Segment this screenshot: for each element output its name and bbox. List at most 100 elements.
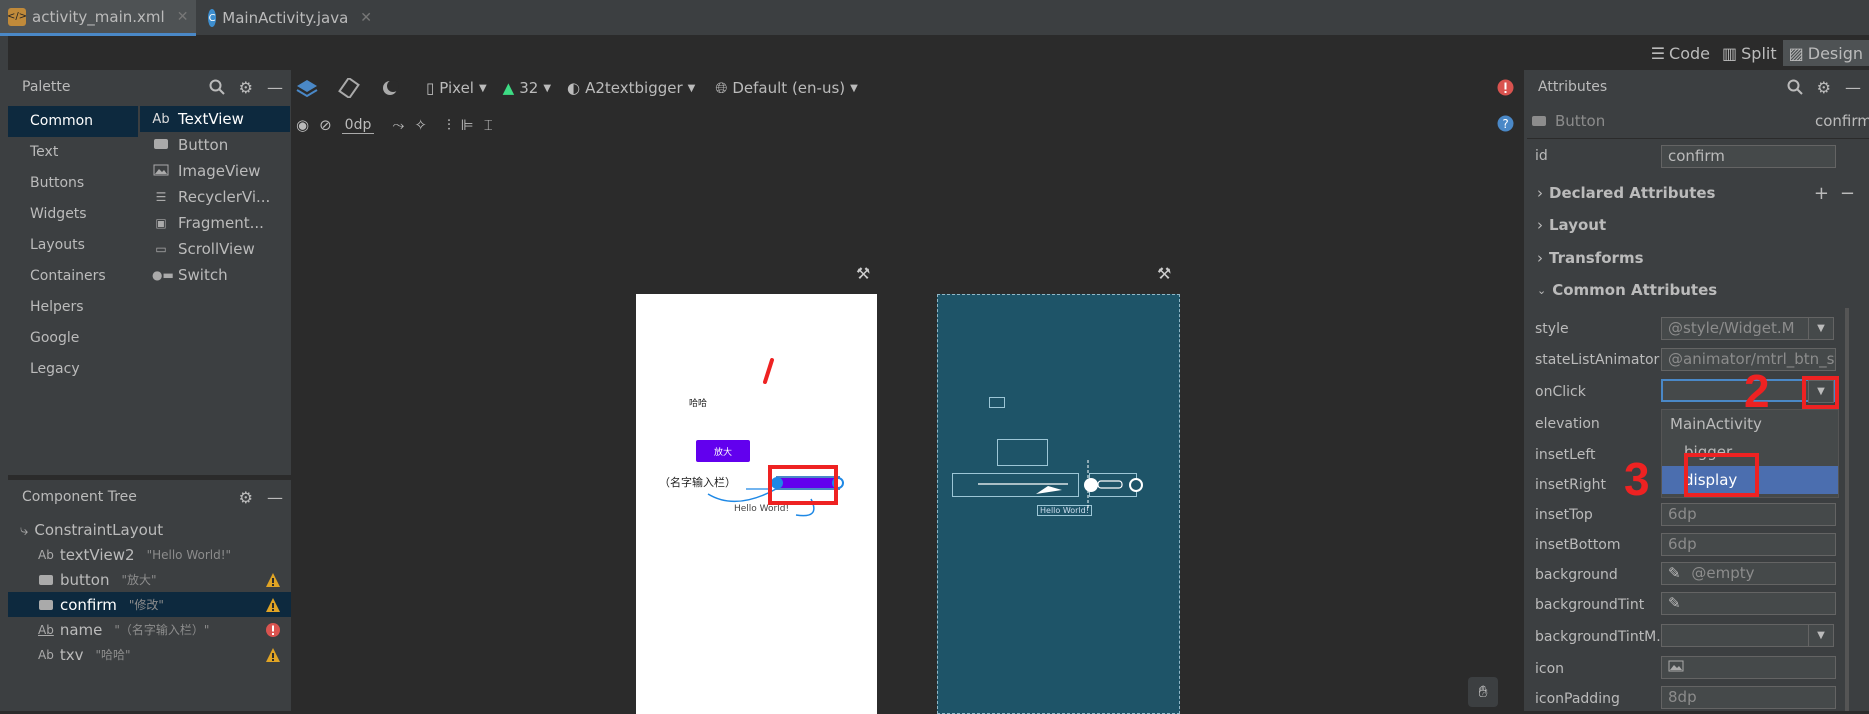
theme-selector[interactable]: ◐ A2textbigger ▼ [567,79,695,97]
section-declared-attributes[interactable]: › Declared Attributes + − [1527,178,1869,208]
minimize-icon[interactable]: — [267,488,283,507]
tree-row-name[interactable]: Ab name "（名字输入栏）" [8,617,291,642]
chevron-down-icon: ▼ [1817,323,1825,334]
tab-label: MainActivity.java [222,9,349,27]
image-icon[interactable] [1668,660,1684,672]
txv-blueprint[interactable] [989,397,1005,408]
section-layout[interactable]: › Layout [1527,210,1869,240]
split-mode-button[interactable]: ▥ Split [1716,40,1783,66]
section-common-attributes[interactable]: ⌄ Common Attributes [1527,275,1869,305]
component-tree-header: Component Tree ⚙ — [8,480,291,514]
xml-file-icon: </> [7,7,27,26]
eye-icon[interactable]: ◉ [296,116,309,134]
gear-icon[interactable]: ⚙ [1817,78,1831,97]
palette-item-imageview[interactable]: ImageView [140,158,290,184]
widget-id-label: confirm [1815,112,1869,130]
palette-category[interactable]: Legacy [8,354,138,385]
chevron-right-icon: › [1537,184,1543,202]
palette-item-fragment[interactable]: ▣ Fragment... [140,210,290,236]
tree-row-textview2[interactable]: Ab textView2 "Hello World!" [8,542,291,567]
clear-constraints-icon[interactable]: ⤳ [392,116,404,134]
palette-item-textview[interactable]: Ab TextView [140,106,290,132]
warning-icon[interactable] [265,647,281,663]
backgroundtint-field[interactable]: ✎ [1661,592,1836,615]
palette-category[interactable]: Helpers [8,292,138,323]
tree-row-txv[interactable]: Ab txv "哈哈" [8,642,291,667]
tab-mainactivity-java[interactable]: C MainActivity.java ✕ [200,0,380,36]
iconpadding-field[interactable]: 8dp [1661,686,1836,709]
close-icon[interactable]: ✕ [360,10,372,26]
default-margin-field[interactable]: 0dp [341,117,375,134]
layers-icon[interactable] [296,78,318,98]
error-icon[interactable] [1497,79,1514,96]
button-preview[interactable]: 放大 [696,440,750,462]
gear-icon[interactable]: ⚙ [239,78,253,97]
design-preview-screen[interactable]: 哈哈 放大 （名字输入栏） Hello World! [636,294,877,714]
palette-category[interactable]: Layouts [8,230,138,261]
palette-category[interactable]: Widgets [8,199,138,230]
add-icon[interactable]: + [1814,183,1829,204]
blueprint-screen[interactable]: Hello World! [937,294,1180,714]
palette-item-switch[interactable]: ●▬ Switch [140,262,290,288]
wrench-icon[interactable]: ⚒ [1157,264,1171,283]
tree-row-confirm[interactable]: confirm "修改" [8,592,291,617]
style-field[interactable]: @style/Widget.M [1661,317,1809,340]
attributes-scrollbar[interactable] [1845,308,1849,711]
txv-preview[interactable]: 哈哈 [689,396,707,409]
tree-row-button[interactable]: button "放大" [8,567,291,592]
design-canvas[interactable]: ⚒ ⚒ 哈哈 放大 （名字输入栏） Hello World! Hello Wor… [291,144,1519,714]
palette-category[interactable]: Text [8,137,138,168]
minimize-icon[interactable]: — [1845,78,1861,97]
magnet-off-icon[interactable]: ⊘ [319,116,332,134]
warning-icon[interactable] [265,597,281,613]
palette-category[interactable]: Google [8,323,138,354]
palette-item-recyclerview[interactable]: ☰ RecyclerVi... [140,184,290,210]
night-mode-icon[interactable] [380,78,402,98]
align-icon[interactable]: ⊫ [461,116,474,134]
icon-field[interactable] [1661,656,1836,679]
backgroundtintmode-dropdown-button[interactable]: ▼ [1808,624,1834,647]
wrench-icon[interactable]: ⚒ [856,264,870,283]
backgroundtintmode-field[interactable] [1661,624,1809,647]
insetbottom-label: insetBottom [1535,537,1621,553]
insettop-field[interactable]: 6dp [1661,503,1836,526]
orientation-icon[interactable] [338,78,360,98]
locale-selector[interactable]: 🌐︎ Default (en-us) ▼ [715,79,857,97]
palette-category[interactable]: Common [8,106,138,137]
palette-item-button[interactable]: Button [140,132,290,158]
gear-icon[interactable]: ⚙ [239,488,253,507]
search-icon[interactable] [1787,79,1803,95]
device-selector[interactable]: ▯ Pixel ▼ [426,79,487,97]
api-level-selector[interactable]: ▲ 32 ▼ [503,79,551,97]
pan-hand-button[interactable]: ✋︎ [1468,677,1498,707]
background-label: background [1535,567,1618,583]
chevron-down-icon: ⌄ [1537,283,1547,297]
search-icon[interactable] [209,79,225,95]
eyedropper-icon[interactable]: ✎ [1668,594,1681,612]
palette-item-scrollview[interactable]: ▭ ScrollView [140,236,290,262]
error-icon[interactable] [265,622,281,638]
remove-icon[interactable]: − [1840,183,1855,204]
id-field[interactable]: confirm [1661,145,1836,168]
tree-root[interactable]: ⤷ ConstraintLayout [8,517,291,542]
pack-icon[interactable]: ⫶ [447,116,451,134]
close-icon[interactable]: ✕ [177,9,189,25]
help-icon[interactable]: ? [1497,115,1514,132]
chevron-right-icon: › [1537,216,1543,234]
tab-activity-main-xml[interactable]: </> activity_main.xml ✕ [0,0,196,36]
style-dropdown-button[interactable]: ▼ [1808,317,1834,340]
eyedropper-icon[interactable]: ✎ [1668,564,1681,582]
infer-constraints-icon[interactable]: ✧ [414,116,427,134]
palette-category[interactable]: Buttons [8,168,138,199]
code-mode-button[interactable]: ☰ Code [1645,40,1716,66]
insetbottom-field[interactable]: 6dp [1661,533,1836,556]
warning-icon[interactable] [265,572,281,588]
minimize-icon[interactable]: — [267,78,283,97]
palette-category[interactable]: Containers [8,261,138,292]
guidelines-icon[interactable]: ⌶ [484,116,493,134]
background-field[interactable]: ✎ @empty [1661,562,1836,585]
annotation-mark-1 [763,358,774,384]
design-mode-button[interactable]: ▨ Design [1782,40,1869,66]
text-ab-icon: Ab [152,111,170,127]
section-transforms[interactable]: › Transforms [1527,243,1869,273]
